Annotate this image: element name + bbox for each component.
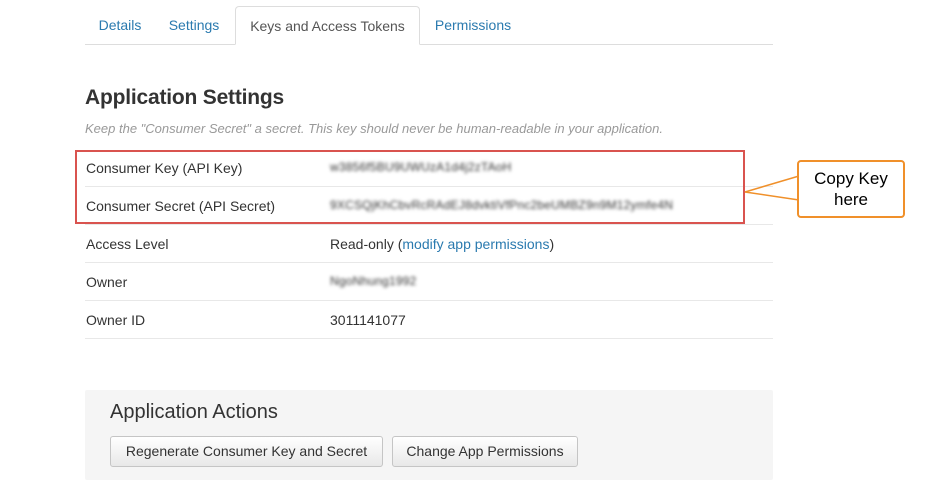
owner-id-label: Owner ID [86,312,146,328]
consumer-key-label: Consumer Key (API Key) [86,160,243,176]
consumer-secret-row: Consumer Secret (API Secret) 9XCSQjKhCbv… [85,187,773,225]
consumer-secret-value[interactable]: 9XCSQjKhCbvRcRAdEJ8dvktiVfPnc2beUMBZ9n9M… [330,198,673,212]
access-level-row: Access Level Read-only (modify app permi… [85,225,773,263]
owner-value: NgoNhung1992 [330,274,417,288]
tab-bar: Details Settings Keys and Access Tokens … [85,6,773,45]
actions-title: Application Actions [110,401,278,423]
settings-table: Consumer Key (API Key) w3856f5BU9UWUzA1d… [85,149,773,339]
consumer-secret-label: Consumer Secret (API Secret) [86,198,276,214]
access-level-value: Read-only (modify app permissions) [330,236,554,252]
consumer-key-row: Consumer Key (API Key) w3856f5BU9UWUzA1d… [85,149,773,187]
paren-close: ) [549,236,555,252]
subtitle-warning: Keep the "Consumer Secret" a secret. Thi… [85,121,663,136]
modify-app-permissions-link[interactable]: modify app permissions [402,236,549,252]
regenerate-keys-button[interactable]: Regenerate Consumer Key and Secret [110,436,383,467]
access-level-label: Access Level [86,236,169,252]
consumer-key-value[interactable]: w3856f5BU9UWUzA1d4j2zTAoH [330,160,512,174]
page-title: Application Settings [85,86,285,109]
callout-line-2: here [833,190,869,209]
access-level-text: Read-only [330,236,394,252]
tab-keys-and-access-tokens[interactable]: Keys and Access Tokens [235,6,420,45]
owner-row: Owner NgoNhung1992 [85,263,773,301]
owner-id-value: 3011141077 [330,312,406,328]
callout-pointer [744,175,800,201]
tab-settings[interactable]: Settings [155,6,233,44]
tab-details[interactable]: Details [85,6,155,44]
owner-id-row: Owner ID 3011141077 [85,301,773,339]
callout-line-1: Copy Key [814,169,888,188]
owner-label: Owner [86,274,128,290]
copy-key-callout: Copy Key here [797,160,905,218]
tab-permissions[interactable]: Permissions [422,6,524,44]
change-app-permissions-button[interactable]: Change App Permissions [392,436,578,467]
application-actions-panel: Application Actions Regenerate Consumer … [85,390,773,480]
